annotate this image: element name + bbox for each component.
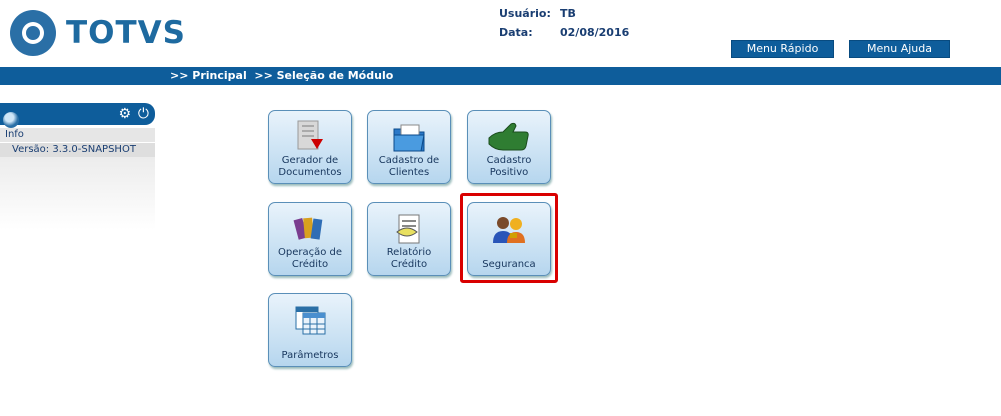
- module-label: Parâmetros: [281, 350, 339, 361]
- module-label: Cadastro Positivo: [486, 155, 532, 178]
- date-value: 02/08/2016: [560, 26, 630, 39]
- gear-icon[interactable]: ⚙: [118, 106, 131, 122]
- sidebar: ⚙ ⏻ Info Versão: 3.3.0-SNAPSHOT: [0, 103, 155, 230]
- module-cadastro-clientes[interactable]: Cadastro de Clientes: [367, 110, 451, 184]
- module-label: Relatório Crédito: [386, 247, 432, 270]
- date-label: Data:: [499, 26, 533, 39]
- document-pdf-icon: [269, 119, 351, 155]
- info-label: Info: [0, 128, 155, 142]
- brand-name: TOTVS: [66, 15, 186, 51]
- user-value: TB: [560, 7, 576, 20]
- module-parametros[interactable]: Parâmetros: [268, 293, 352, 367]
- nav-bar: >> Principal >> Seleção de Módulo: [0, 67, 1001, 85]
- version-label: Versão: 3.3.0-SNAPSHOT: [0, 142, 155, 157]
- report-icon: [368, 211, 450, 247]
- module-label: Cadastro de Clientes: [378, 155, 440, 178]
- breadcrumb[interactable]: >> Principal >> Seleção de Módulo: [170, 67, 393, 85]
- module-operacao-credito[interactable]: Operação de Crédito: [268, 202, 352, 276]
- power-icon[interactable]: ⏻: [138, 106, 149, 122]
- totvs-logo: TOTVS: [10, 10, 186, 56]
- folder-icon: [368, 119, 450, 155]
- selection-highlight: [460, 193, 558, 283]
- user-label: Usuário:: [499, 7, 551, 20]
- module-label: Gerador de Documentos: [278, 155, 342, 178]
- module-cadastro-positivo[interactable]: Cadastro Positivo: [467, 110, 551, 184]
- menu-rapido-button[interactable]: Menu Rápido: [731, 40, 834, 58]
- sidebar-toggle-icon[interactable]: [3, 112, 19, 128]
- sidebar-body: [0, 157, 155, 230]
- menu-ajuda-button[interactable]: Menu Ajuda: [849, 40, 950, 58]
- module-gerador-documentos[interactable]: Gerador de Documentos: [268, 110, 352, 184]
- module-relatorio-credito[interactable]: Relatório Crédito: [367, 202, 451, 276]
- thumbs-up-icon: [468, 119, 550, 155]
- sidebar-header: ⚙ ⏻: [0, 103, 155, 125]
- credit-cards-icon: [269, 211, 351, 247]
- totvs-logo-icon: [10, 10, 56, 56]
- user-info: Usuário: TB Data: 02/08/2016: [499, 7, 629, 45]
- module-label: Operação de Crédito: [277, 247, 343, 270]
- table-icon: [269, 302, 351, 338]
